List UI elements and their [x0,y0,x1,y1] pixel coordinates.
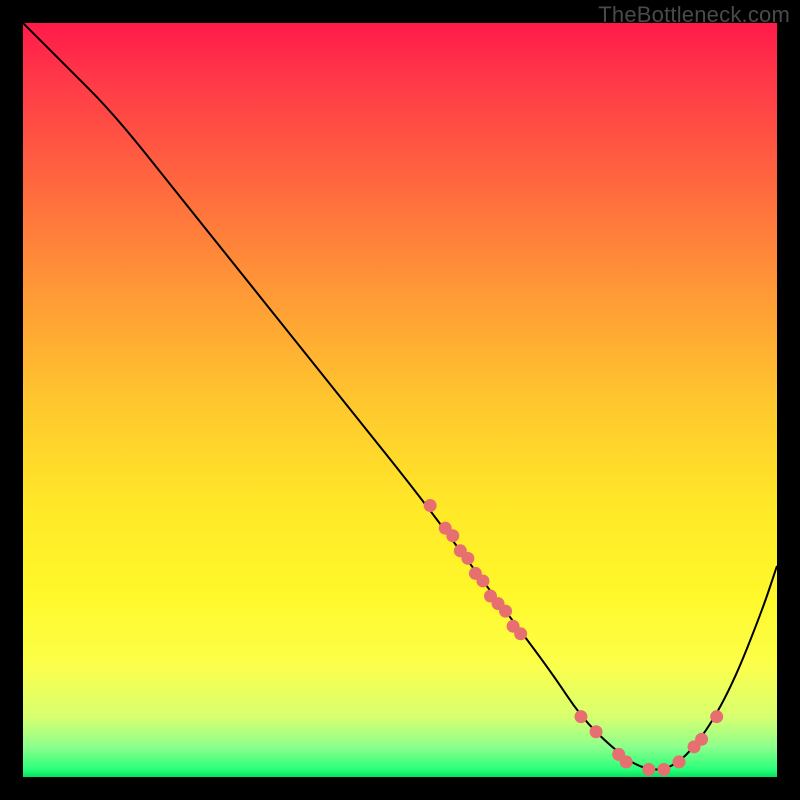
marker-dot [574,710,587,723]
marker-dot [710,710,723,723]
marker-dot [499,605,512,618]
bottleneck-curve [23,23,777,769]
marker-dot [657,763,670,776]
marker-dots [424,499,724,776]
marker-dot [620,755,633,768]
watermark-text: TheBottleneck.com [598,2,790,28]
marker-dot [590,725,603,738]
marker-dot [476,574,489,587]
marker-dot [642,763,655,776]
marker-dot [446,529,459,542]
marker-dot [514,627,527,640]
marker-dot [461,552,474,565]
marker-dot [672,755,685,768]
marker-dot [695,733,708,746]
marker-dot [424,499,437,512]
bottleneck-plot [23,23,777,777]
chart-area [23,23,777,777]
